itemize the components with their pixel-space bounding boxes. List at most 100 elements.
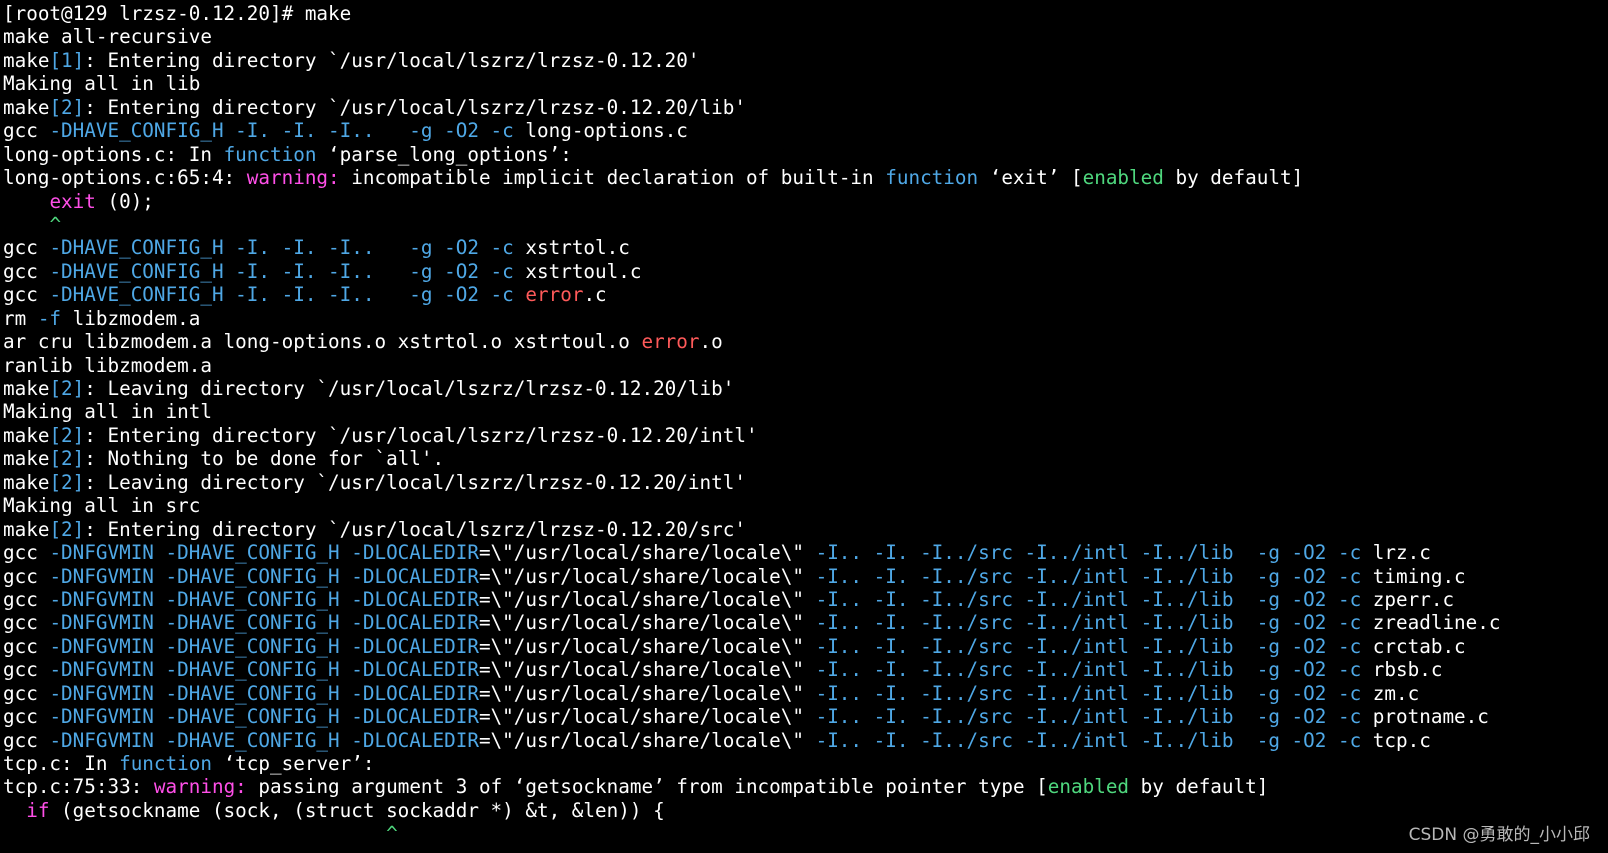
terminal-segment: gcc [3, 283, 50, 307]
terminal-segment: gcc [3, 681, 50, 705]
terminal-line: make[2]: Entering directory `/usr/local/… [3, 424, 1603, 447]
terminal-segment: error [641, 330, 700, 354]
terminal-segment: gcc [3, 587, 50, 611]
terminal-segment: long-options.c:65:4: [3, 166, 247, 190]
terminal-segment: make [3, 48, 50, 72]
terminal-segment: zperr.c [1361, 587, 1455, 611]
terminal-line: gcc -DNFGVMIN -DHAVE_CONFIG_H -DLOCALEDI… [3, 682, 1603, 705]
terminal-segment [3, 799, 26, 822]
terminal-line: Making all in intl [3, 400, 1603, 423]
terminal-line: rm -f libzmodem.a [3, 307, 1603, 330]
terminal-segment: function [885, 166, 979, 190]
terminal-line: long-options.c:65:4: warning: incompatib… [3, 166, 1603, 189]
terminal-segment: libzmodem.a [61, 306, 201, 330]
terminal-segment: -f [37, 306, 62, 330]
terminal-segment: (getsockname (sock, (struct sockaddr *) … [49, 798, 665, 822]
terminal-line: make all-recursive [3, 25, 1603, 48]
terminal-segment: timing.c [1361, 564, 1466, 588]
terminal-segment: long-options.c: In [3, 142, 224, 166]
terminal-segment: gcc [3, 564, 50, 588]
terminal-segment: ‘tcp_server’: [211, 752, 375, 775]
terminal-line: gcc -DNFGVMIN -DHAVE_CONFIG_H -DLOCALEDI… [3, 658, 1603, 681]
terminal-segment: -I.. -I. -I../src -I../intl -I../lib -g … [815, 658, 1362, 682]
terminal-segment: rm [3, 306, 38, 330]
terminal-segment: exit [49, 189, 96, 213]
terminal-segment: gcc [3, 634, 50, 658]
terminal-segment [3, 822, 386, 845]
terminal-segment: make all-recursive [3, 25, 212, 49]
terminal-segment: -I.. -I. -I../src -I../intl -I../lib -g … [815, 541, 1362, 565]
terminal-segment: -I.. -I. -I../src -I../intl -I../lib -g … [815, 681, 1362, 705]
terminal-line: Making all in lib [3, 72, 1603, 95]
terminal-line: long-options.c: In function ‘parse_long_… [3, 143, 1603, 166]
terminal-segment: (0); [95, 189, 154, 213]
terminal-segment: make [3, 95, 50, 119]
terminal-segment: : Entering directory `/usr/local/lszrz/l… [84, 48, 700, 72]
terminal-segment: error [525, 283, 584, 307]
terminal-line: gcc -DHAVE_CONFIG_H -I. -I. -I.. -g -O2 … [3, 236, 1603, 259]
terminal-segment: -DNFGVMIN -DHAVE_CONFIG_H -DLOCALEDIR [49, 634, 479, 658]
terminal-segment: gcc [3, 119, 50, 143]
terminal-segment: zm.c [1361, 681, 1420, 705]
terminal-segment: =\"/usr/local/share/locale\" [478, 541, 816, 565]
terminal-segment: make [3, 517, 50, 541]
terminal-segment: by default] [1129, 775, 1269, 799]
terminal-segment: : Leaving directory `/usr/local/lszrz/lr… [84, 377, 735, 400]
terminal-segment: =\"/usr/local/share/locale\" [478, 611, 816, 635]
terminal-segment: [1] [49, 48, 85, 72]
terminal-segment: gcc [3, 541, 50, 565]
terminal-line: make[2]: Entering directory `/usr/local/… [3, 96, 1603, 119]
terminal-line: gcc -DNFGVMIN -DHAVE_CONFIG_H -DLOCALEDI… [3, 705, 1603, 728]
terminal-segment: : Entering directory `/usr/local/lszrz/l… [84, 95, 746, 119]
terminal-line: gcc -DNFGVMIN -DHAVE_CONFIG_H -DLOCALEDI… [3, 611, 1603, 634]
terminal-segment: tcp.c:75:33: [3, 775, 154, 799]
terminal-segment: Making all in src [3, 494, 201, 518]
terminal-segment: =\"/usr/local/share/locale\" [478, 564, 816, 588]
terminal-line: ranlib libzmodem.a [3, 354, 1603, 377]
terminal-segment: enabled [1082, 166, 1164, 190]
terminal-segment: .c [583, 283, 607, 307]
terminal-segment: -DNFGVMIN -DHAVE_CONFIG_H -DLOCALEDIR [49, 681, 479, 705]
terminal-segment: make [3, 470, 50, 494]
terminal-segment: make [3, 377, 50, 400]
terminal-segment: [2] [49, 377, 85, 400]
terminal-segment [3, 190, 49, 213]
terminal-line: ^ [3, 822, 1603, 845]
terminal-segment: =\"/usr/local/share/locale\" [478, 587, 816, 611]
terminal-segment: =\"/usr/local/share/locale\" [478, 728, 816, 752]
terminal-segment: -I.. -I. -I../src -I../intl -I../lib -g … [815, 728, 1362, 752]
terminal-line: if (getsockname (sock, (struct sockaddr … [3, 799, 1603, 822]
terminal-line: make[1]: Entering directory `/usr/local/… [3, 49, 1603, 72]
terminal-segment: if [26, 798, 50, 822]
terminal-segment: ‘exit’ [ [978, 166, 1083, 190]
terminal-segment: [2] [49, 470, 85, 494]
terminal-segment: -I.. -I. -I../src -I../intl -I../lib -g … [815, 634, 1362, 658]
terminal-line: gcc -DNFGVMIN -DHAVE_CONFIG_H -DLOCALEDI… [3, 729, 1603, 752]
terminal-segment: =\"/usr/local/share/locale\" [478, 705, 816, 729]
terminal-segment: [2] [49, 447, 85, 471]
terminal-segment: long-options.c [513, 119, 688, 143]
terminal-segment: -DHAVE_CONFIG_H -I. -I. -I.. -g -O2 -c [49, 119, 514, 143]
terminal-segment: gcc [3, 611, 50, 635]
terminal-segment: -DHAVE_CONFIG_H -I. -I. -I.. -g -O2 -c [49, 259, 514, 283]
terminal-segment: gcc [3, 236, 50, 260]
terminal-line: gcc -DHAVE_CONFIG_H -I. -I. -I.. -g -O2 … [3, 119, 1603, 142]
terminal-segment: xstrtol.c [513, 236, 630, 260]
terminal-segment: Making all in lib [3, 72, 201, 96]
csdn-watermark: CSDN @勇敢的_小小邱 [1408, 825, 1590, 845]
terminal-line: gcc -DHAVE_CONFIG_H -I. -I. -I.. -g -O2 … [3, 283, 1603, 306]
terminal-segment: gcc [3, 728, 50, 752]
terminal-segment: =\"/usr/local/share/locale\" [478, 658, 816, 682]
terminal-segment: lrz.c [1361, 541, 1431, 565]
terminal-segment: -DNFGVMIN -DHAVE_CONFIG_H -DLOCALEDIR [49, 728, 479, 752]
terminal-segment: -DNFGVMIN -DHAVE_CONFIG_H -DLOCALEDIR [49, 658, 479, 682]
terminal-segment: -I.. -I. -I../src -I../intl -I../lib -g … [815, 587, 1362, 611]
terminal-line: ar cru libzmodem.a long-options.o xstrto… [3, 330, 1603, 353]
terminal-segment: -DNFGVMIN -DHAVE_CONFIG_H -DLOCALEDIR [49, 705, 479, 729]
terminal-output[interactable]: [root@129 lrzsz-0.12.20]# make make all-r… [3, 2, 1603, 850]
terminal-line: tcp.c: In function ‘tcp_server’: [3, 752, 1603, 775]
terminal-segment: warning: [246, 166, 340, 190]
terminal-segment: crctab.c [1361, 634, 1466, 658]
terminal-segment: make [3, 423, 50, 447]
terminal-segment: ^ [49, 212, 62, 236]
